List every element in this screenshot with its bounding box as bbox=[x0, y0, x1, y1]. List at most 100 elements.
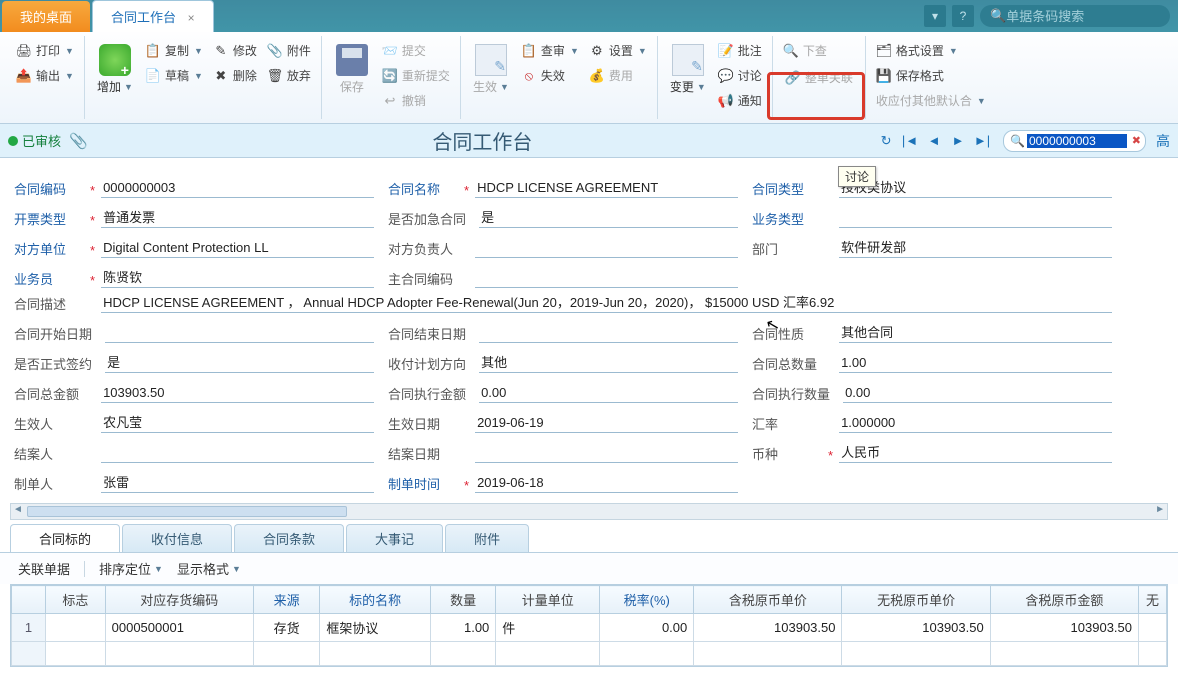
col-inv-code[interactable]: 对应存货编码 bbox=[105, 586, 253, 614]
sort-pos-button[interactable]: 排序定位▼ bbox=[99, 559, 163, 578]
value-desc[interactable]: HDCP LICENSE AGREEMENT ， Annual HDCP Ado… bbox=[101, 292, 1112, 313]
resubmit-button[interactable]: 🔄重新提交 bbox=[378, 65, 454, 86]
add-button[interactable]: 增加▼ bbox=[91, 40, 139, 99]
print-button[interactable]: 🖨打印▼ bbox=[12, 40, 78, 61]
cell-mark[interactable] bbox=[46, 614, 106, 642]
cell-unit[interactable]: 件 bbox=[496, 614, 600, 642]
annotate-button[interactable]: 📝批注 bbox=[714, 40, 766, 61]
col-unit[interactable]: 计量单位 bbox=[496, 586, 600, 614]
value-counterparty[interactable]: Digital Content Protection LL bbox=[101, 240, 374, 258]
dropdown-button[interactable]: ▾ bbox=[924, 5, 946, 27]
value-rate[interactable]: 1.000000 bbox=[839, 415, 1112, 433]
value-invoice-type[interactable]: 普通发票 bbox=[101, 207, 374, 228]
attachment-button[interactable]: 📎附件 bbox=[263, 40, 315, 61]
down-check-button[interactable]: 🔍下查 bbox=[779, 40, 859, 61]
invalid-button[interactable]: ⦸失效 bbox=[517, 65, 583, 86]
raw-button[interactable]: 生效▼ bbox=[467, 40, 515, 99]
cell-inv-code[interactable]: 0000500001 bbox=[105, 614, 253, 642]
col-source[interactable]: 来源 bbox=[253, 586, 319, 614]
next-button[interactable]: ► bbox=[949, 132, 967, 150]
barcode-search-input[interactable] bbox=[1006, 9, 1156, 24]
barcode-search[interactable]: 🔍 bbox=[980, 5, 1170, 27]
link-doc-button[interactable]: 关联单据 bbox=[18, 559, 70, 578]
table-row[interactable]: 1 0000500001 存货 框架协议 1.00 件 0.00 103903.… bbox=[12, 614, 1167, 642]
expand-link[interactable]: 高 bbox=[1156, 131, 1170, 151]
col-notax-price[interactable]: 无税原币单价 bbox=[842, 586, 990, 614]
value-start-date[interactable] bbox=[105, 325, 374, 343]
fee-button[interactable]: 💰费用 bbox=[585, 65, 651, 86]
cell-tax-price[interactable]: 103903.50 bbox=[694, 614, 842, 642]
col-qty[interactable]: 数量 bbox=[431, 586, 496, 614]
discard-button[interactable]: 🗑放弃 bbox=[263, 65, 315, 86]
close-icon[interactable]: × bbox=[188, 11, 195, 25]
value-total-amt[interactable]: 103903.50 bbox=[101, 385, 374, 403]
value-formal[interactable]: 是 bbox=[105, 352, 374, 373]
col-tax-price[interactable]: 含税原币单价 bbox=[694, 586, 842, 614]
value-creator[interactable]: 张雷 bbox=[101, 472, 374, 493]
value-biz-type[interactable] bbox=[839, 210, 1112, 228]
clear-icon[interactable]: ✖ bbox=[1132, 134, 1141, 147]
revoke-button[interactable]: ↩撤销 bbox=[378, 90, 454, 111]
modify-button[interactable]: ✎修改 bbox=[209, 40, 261, 61]
value-main-code[interactable] bbox=[475, 270, 738, 288]
value-create-time[interactable]: 2019-06-18 bbox=[475, 475, 738, 493]
value-contract-type[interactable]: 授权类协议 bbox=[839, 177, 1112, 198]
col-subject-name[interactable]: 标的名称 bbox=[320, 586, 431, 614]
col-tax-amount[interactable]: 含税原币金额 bbox=[990, 586, 1138, 614]
audit-button[interactable]: 📋查审▼ bbox=[517, 40, 583, 61]
value-rush[interactable]: 是 bbox=[479, 207, 738, 228]
value-total-qty[interactable]: 1.00 bbox=[839, 355, 1112, 373]
cell-subject-name[interactable]: 框架协议 bbox=[320, 614, 431, 642]
tab-desktop[interactable]: 我的桌面 bbox=[2, 1, 90, 32]
value-close-date[interactable] bbox=[475, 445, 738, 463]
col-rownum[interactable] bbox=[12, 586, 46, 614]
value-exec-qty[interactable]: 0.00 bbox=[843, 385, 1112, 403]
whole-link-button[interactable]: 🔗整单关联 bbox=[779, 65, 859, 90]
col-tax-rate[interactable]: 税率(%) bbox=[600, 586, 694, 614]
delete-button[interactable]: ✖删除 bbox=[209, 65, 261, 86]
other-default-button[interactable]: 收应付其他默认合▼ bbox=[872, 90, 990, 111]
discuss-button[interactable]: 💬讨论 bbox=[714, 65, 766, 86]
settings-button[interactable]: ⚙设置▼ bbox=[585, 40, 651, 61]
save-format-button[interactable]: 💾保存格式 bbox=[872, 65, 990, 86]
cell-notax-price[interactable]: 103903.50 bbox=[842, 614, 990, 642]
value-end-date[interactable] bbox=[479, 325, 738, 343]
value-contract-name[interactable]: HDCP LICENSE AGREEMENT bbox=[475, 180, 738, 198]
copy-button[interactable]: 📋复制▼ bbox=[141, 40, 207, 61]
value-currency[interactable]: 人民币 bbox=[839, 442, 1112, 463]
value-nature[interactable]: 其他合同 bbox=[839, 322, 1112, 343]
cell-source[interactable]: 存货 bbox=[253, 614, 319, 642]
value-effector[interactable]: 农凡莹 bbox=[101, 412, 374, 433]
cell-tax-rate[interactable]: 0.00 bbox=[600, 614, 694, 642]
scrollbar-thumb[interactable] bbox=[27, 506, 347, 517]
submit-button[interactable]: 📨提交 bbox=[378, 40, 454, 61]
tab-payment[interactable]: 收付信息 bbox=[122, 524, 232, 552]
help-button[interactable]: ? bbox=[952, 5, 974, 27]
tab-events[interactable]: 大事记 bbox=[346, 524, 443, 552]
paperclip-icon[interactable]: 📎 bbox=[69, 132, 88, 150]
value-salesman[interactable]: 陈贤钦 bbox=[101, 267, 374, 288]
id-search[interactable]: 🔍 ✖ bbox=[1003, 130, 1146, 152]
value-contract-code[interactable]: 0000000003 bbox=[101, 180, 374, 198]
change-button[interactable]: 变更▼ bbox=[664, 40, 712, 99]
first-button[interactable]: |◄ bbox=[901, 132, 919, 150]
notify-button[interactable]: 📢通知 bbox=[714, 90, 766, 111]
value-dept[interactable]: 软件研发部 bbox=[839, 237, 1112, 258]
value-counter-manager[interactable] bbox=[475, 240, 738, 258]
value-exec-amt[interactable]: 0.00 bbox=[479, 385, 738, 403]
id-search-input[interactable] bbox=[1027, 134, 1127, 148]
col-more[interactable]: 无 bbox=[1139, 586, 1167, 614]
table-row[interactable] bbox=[12, 642, 1167, 666]
display-format-button[interactable]: 显示格式▼ bbox=[177, 559, 241, 578]
tab-attach[interactable]: 附件 bbox=[445, 524, 529, 552]
save-button[interactable]: 保存 bbox=[328, 40, 376, 99]
cell-qty[interactable]: 1.00 bbox=[431, 614, 496, 642]
value-effect-date[interactable]: 2019-06-19 bbox=[475, 415, 738, 433]
value-plan-dir[interactable]: 其他 bbox=[479, 352, 738, 373]
last-button[interactable]: ►| bbox=[973, 132, 991, 150]
prev-button[interactable]: ◄ bbox=[925, 132, 943, 150]
col-mark[interactable]: 标志 bbox=[46, 586, 106, 614]
draft-button[interactable]: 📄草稿▼ bbox=[141, 65, 207, 86]
tab-terms[interactable]: 合同条款 bbox=[234, 524, 344, 552]
output-button[interactable]: 📤输出▼ bbox=[12, 65, 78, 86]
